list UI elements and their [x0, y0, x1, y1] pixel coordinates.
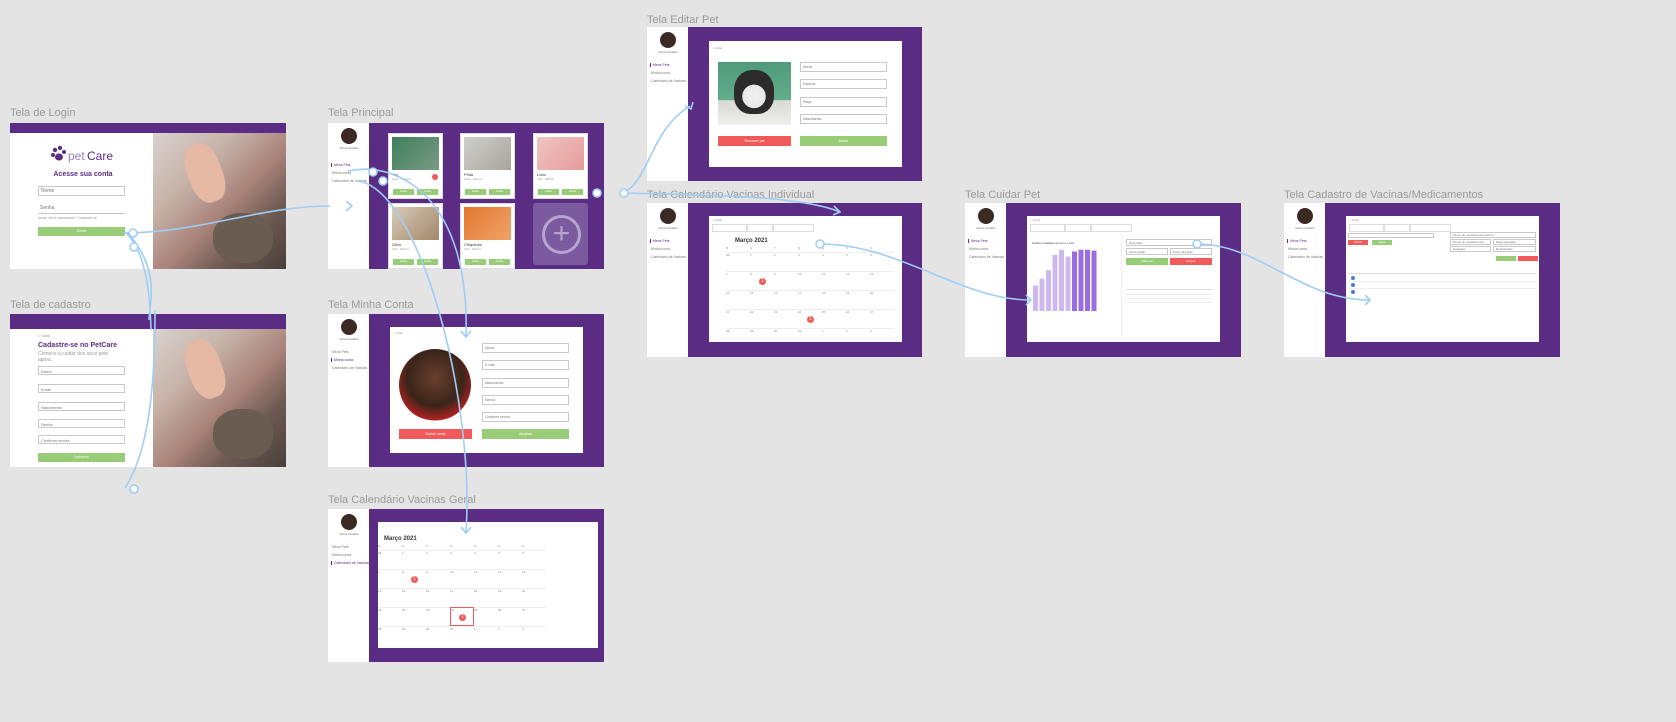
prototype-flow-links — [122, 101, 1372, 535]
arrow-head — [345, 200, 354, 212]
flow-link — [622, 105, 691, 194]
flow-link — [622, 192, 841, 213]
flow-link — [819, 243, 1031, 301]
link-anchor — [129, 242, 139, 252]
link-anchor — [815, 239, 825, 249]
link-anchor — [592, 188, 602, 198]
flow-link — [347, 168, 467, 337]
flow-link — [1196, 243, 1371, 301]
link-anchor — [378, 176, 388, 186]
link-anchor — [1192, 239, 1202, 249]
link-anchor — [619, 188, 629, 198]
link-anchor — [368, 167, 378, 177]
link-anchor — [129, 484, 139, 494]
flow-link — [124, 309, 156, 489]
link-anchor — [128, 228, 138, 238]
flow-link — [122, 205, 331, 234]
